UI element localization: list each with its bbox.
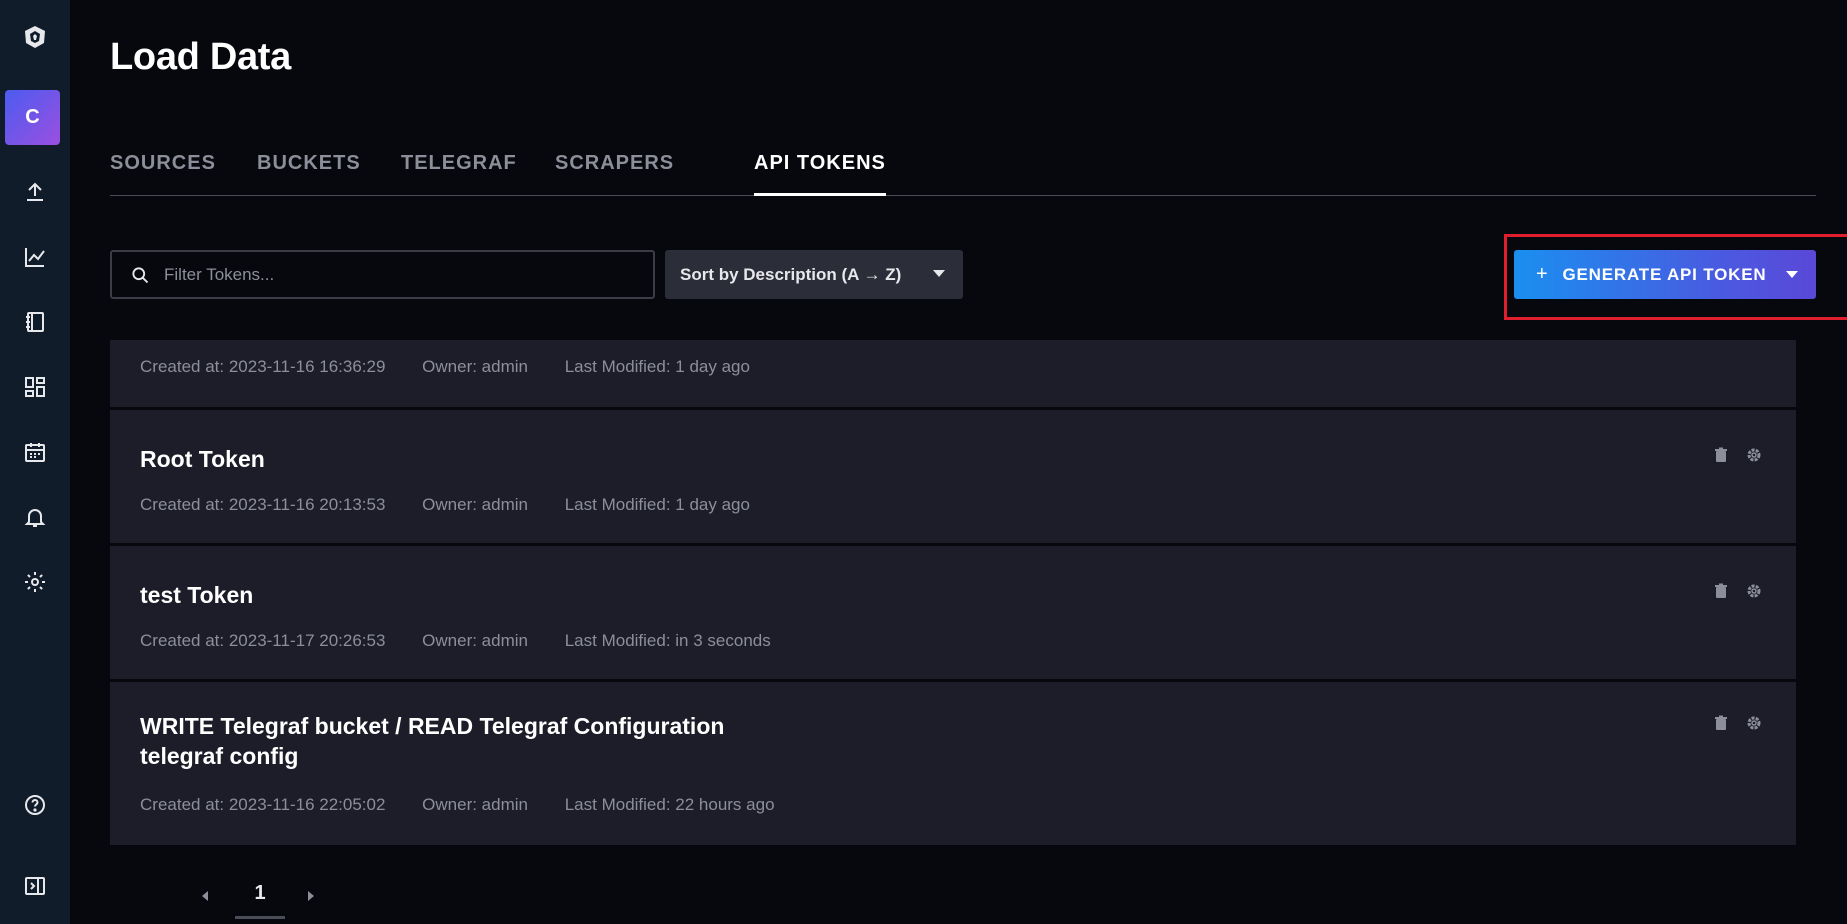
token-list: Created at: 2023-11-16 16:36:29 Owner: a… (110, 340, 1833, 845)
dashboard-icon[interactable] (0, 362, 70, 412)
plus-icon: + (1536, 263, 1549, 285)
token-created: Created at: 2023-11-16 20:13:53 (140, 495, 386, 514)
tab-buckets[interactable]: BUCKETS (257, 152, 361, 196)
logo-icon[interactable] (0, 12, 70, 62)
main-content: Load Data SOURCES BUCKETS TELEGRAF SCRAP… (70, 0, 1847, 924)
token-actions (1713, 583, 1762, 599)
token-card[interactable]: Root Token Created at: 2023-11-16 20:13:… (110, 410, 1796, 543)
token-title[interactable]: test Token (140, 580, 840, 610)
calendar-icon[interactable] (0, 427, 70, 477)
token-created: Created at: 2023-11-16 16:36:29 (140, 357, 386, 376)
token-owner: Owner: admin (422, 357, 528, 376)
previous-page-icon[interactable] (202, 891, 208, 901)
token-title[interactable]: WRITE Telegraf bucket / READ Telegraf Co… (140, 711, 780, 771)
tab-telegraf[interactable]: TELEGRAF (401, 152, 517, 196)
collapse-sidebar-icon[interactable] (0, 861, 70, 911)
token-modified: Last Modified: in 3 seconds (564, 631, 771, 650)
notebook-icon[interactable] (0, 297, 70, 347)
chevron-down-icon (933, 270, 945, 277)
token-meta: Created at: 2023-11-16 22:05:02 Owner: a… (140, 795, 807, 815)
trash-icon[interactable] (1713, 715, 1729, 731)
token-created: Created at: 2023-11-16 22:05:02 (140, 795, 386, 814)
trash-icon[interactable] (1713, 447, 1729, 463)
sort-dropdown[interactable]: Sort by Description (A → Z) (665, 250, 963, 299)
help-icon[interactable] (0, 780, 70, 830)
generate-api-token-button[interactable]: + GENERATE API TOKEN (1514, 250, 1816, 299)
token-owner: Owner: admin (422, 795, 528, 814)
filter-tokens-input[interactable] (164, 264, 644, 285)
gear-icon[interactable] (1746, 583, 1762, 599)
token-actions (1713, 447, 1762, 463)
token-owner: Owner: admin (422, 631, 528, 650)
token-actions (1713, 715, 1762, 731)
chevron-down-icon (1786, 271, 1798, 278)
token-modified: Last Modified: 1 day ago (564, 357, 750, 376)
token-meta: Created at: 2023-11-17 20:26:53 Owner: a… (140, 631, 803, 651)
next-page-icon[interactable] (308, 891, 314, 901)
search-icon (132, 266, 149, 283)
page-number[interactable]: 1 (235, 875, 285, 919)
tab-scrapers[interactable]: SCRAPERS (555, 152, 674, 196)
token-title[interactable]: Root Token (140, 444, 840, 474)
graph-icon[interactable] (0, 232, 70, 282)
tab-sources[interactable]: SOURCES (110, 152, 216, 196)
gear-icon[interactable] (0, 557, 70, 607)
token-created: Created at: 2023-11-17 20:26:53 (140, 631, 386, 650)
sidebar: C (0, 0, 70, 924)
token-owner: Owner: admin (422, 495, 528, 514)
filter-tokens-search (110, 250, 655, 299)
sort-dropdown-label: Sort by Description (A → Z) (680, 264, 902, 284)
org-badge[interactable]: C (5, 90, 60, 145)
page-title: Load Data (110, 36, 291, 78)
token-card[interactable]: WRITE Telegraf bucket / READ Telegraf Co… (110, 682, 1796, 845)
tab-bar: SOURCES BUCKETS TELEGRAF SCRAPERS API TO… (110, 140, 1816, 196)
token-card[interactable]: Created at: 2023-11-16 16:36:29 Owner: a… (110, 340, 1796, 407)
gear-icon[interactable] (1746, 715, 1762, 731)
upload-icon[interactable] (0, 167, 70, 217)
tab-api-tokens[interactable]: API TOKENS (754, 152, 886, 196)
token-card[interactable]: test Token Created at: 2023-11-17 20:26:… (110, 546, 1796, 679)
token-modified: Last Modified: 22 hours ago (564, 795, 775, 814)
token-meta: Created at: 2023-11-16 16:36:29 Owner: a… (140, 357, 782, 377)
generate-api-token-label: GENERATE API TOKEN (1562, 264, 1767, 284)
token-modified: Last Modified: 1 day ago (564, 495, 750, 514)
trash-icon[interactable] (1713, 583, 1729, 599)
bell-icon[interactable] (0, 492, 70, 542)
gear-icon[interactable] (1746, 447, 1762, 463)
token-meta: Created at: 2023-11-16 20:13:53 Owner: a… (140, 495, 782, 515)
